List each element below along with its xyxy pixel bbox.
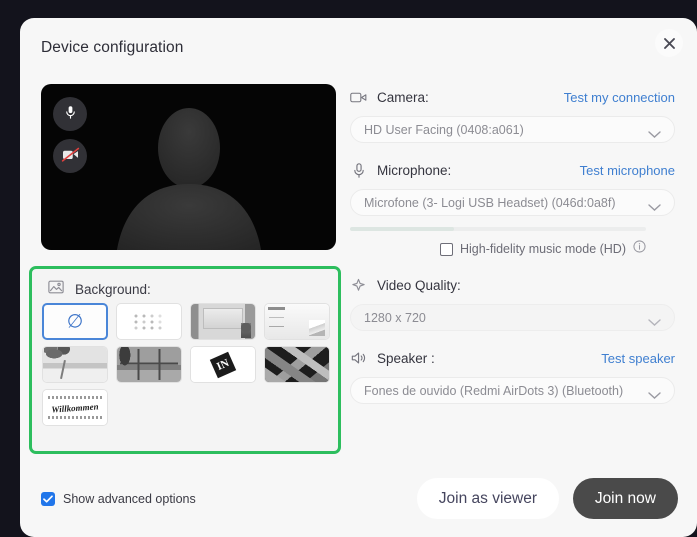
video-quality-field-group: Video Quality: 1280 x 720 <box>350 272 675 331</box>
logo-thumbnail: IN <box>191 347 255 382</box>
background-thumb-beach-palms[interactable] <box>42 346 108 383</box>
microphone-icon <box>350 162 367 178</box>
camera-field-group: Camera: Test my connection HD User Facin… <box>350 84 675 143</box>
high-fidelity-checkbox[interactable] <box>439 242 453 256</box>
device-configuration-dialog: Device configuration Background: ∅ IN Wi… <box>20 18 697 537</box>
dialog-footer: Show advanced options Join as viewer Joi… <box>20 463 697 537</box>
background-thumbnail-grid: ∅ IN Willkommen <box>42 303 334 426</box>
background-label: Background: <box>75 282 151 297</box>
speaker-select-value: Fones de ouvido (Redmi AirDots 3) (Bluet… <box>364 383 624 398</box>
high-fidelity-row: High-fidelity music mode (HD) <box>350 240 646 258</box>
microphone-select-value: Microfone (3- Logi USB Headset) (046d:0a… <box>364 195 616 210</box>
no-background-icon: ∅ <box>66 311 84 332</box>
join-now-button[interactable]: Join now <box>572 478 678 519</box>
background-thumb-white-shelf-room[interactable] <box>264 303 330 340</box>
test-microphone-link[interactable]: Test microphone <box>580 163 675 178</box>
speaker-header: Speaker : Test speaker <box>350 345 675 371</box>
speaker-select[interactable]: Fones de ouvido (Redmi AirDots 3) (Bluet… <box>350 377 675 404</box>
camera-header: Camera: Test my connection <box>350 84 675 110</box>
background-thumb-window-ocean-view[interactable] <box>116 346 182 383</box>
show-advanced-options-label: Show advanced options <box>63 492 196 506</box>
mic-toggle-button[interactable] <box>53 97 87 131</box>
microphone-header: Microphone: Test microphone <box>350 157 675 183</box>
microphone-icon <box>63 105 78 123</box>
microphone-field-group: Microphone: Test microphone Microfone (3… <box>350 157 675 258</box>
speaker-field-group: Speaker : Test speaker Fones de ouvido (… <box>350 345 675 404</box>
background-thumb-none[interactable]: ∅ <box>42 303 108 340</box>
background-thumb-blur[interactable] <box>116 303 182 340</box>
sparkle-icon <box>350 278 367 293</box>
show-advanced-options-checkbox[interactable] <box>41 492 55 506</box>
window-thumbnail <box>117 347 181 382</box>
welcome-text: Willkommen <box>51 400 99 415</box>
background-thumb-gray-room[interactable] <box>190 303 256 340</box>
microphone-level-meter <box>350 227 646 231</box>
page-title: Device configuration <box>41 39 184 56</box>
image-icon <box>48 280 64 299</box>
video-quality-header: Video Quality: <box>350 272 675 298</box>
high-fidelity-label: High-fidelity music mode (HD) <box>459 242 626 256</box>
camera-select[interactable]: HD User Facing (0408:a061) <box>350 116 675 143</box>
background-thumb-willkommen-sign[interactable]: Willkommen <box>42 389 108 426</box>
beach-thumbnail <box>43 347 107 382</box>
chevron-down-icon <box>648 315 661 329</box>
video-quality-select-value: 1280 x 720 <box>364 310 426 325</box>
background-thumb-dark-collage[interactable] <box>264 346 330 383</box>
info-icon[interactable] <box>633 240 646 258</box>
collage-thumbnail <box>265 347 329 382</box>
join-as-viewer-button[interactable]: Join as viewer <box>416 478 559 519</box>
video-camera-icon <box>350 91 367 104</box>
chevron-down-icon <box>648 388 661 402</box>
welcome-thumbnail: Willkommen <box>43 390 107 425</box>
show-advanced-options-row[interactable]: Show advanced options <box>41 492 196 506</box>
blur-icon <box>134 314 164 329</box>
camera-select-value: HD User Facing (0408:a061) <box>364 122 524 137</box>
chevron-down-icon <box>648 127 661 141</box>
microphone-level-fill <box>350 227 454 231</box>
logo-mark: IN <box>209 351 237 378</box>
preview-column <box>41 84 341 250</box>
chevron-down-icon <box>648 200 661 214</box>
device-settings-column: Camera: Test my connection HD User Facin… <box>350 84 675 408</box>
background-section: Background: ∅ IN Willkommen <box>29 266 341 454</box>
video-preview <box>41 84 336 250</box>
camera-off-icon <box>61 147 80 165</box>
test-speaker-link[interactable]: Test speaker <box>601 351 675 366</box>
shelf-room-thumbnail <box>265 304 329 339</box>
camera-toggle-button[interactable] <box>53 139 87 173</box>
close-button[interactable] <box>655 29 683 57</box>
close-icon <box>663 37 676 50</box>
microphone-select[interactable]: Microfone (3- Logi USB Headset) (046d:0a… <box>350 189 675 216</box>
video-quality-select[interactable]: 1280 x 720 <box>350 304 675 331</box>
video-quality-label: Video Quality: <box>377 277 461 293</box>
microphone-label: Microphone: <box>377 162 452 178</box>
background-header: Background: <box>48 280 151 299</box>
speaker-icon <box>350 351 367 365</box>
test-connection-link[interactable]: Test my connection <box>564 90 675 105</box>
room-thumbnail <box>191 304 255 339</box>
camera-label: Camera: <box>377 89 429 105</box>
person-silhouette-icon <box>116 108 261 250</box>
speaker-label: Speaker : <box>377 350 435 366</box>
background-thumb-white-logo[interactable]: IN <box>190 346 256 383</box>
